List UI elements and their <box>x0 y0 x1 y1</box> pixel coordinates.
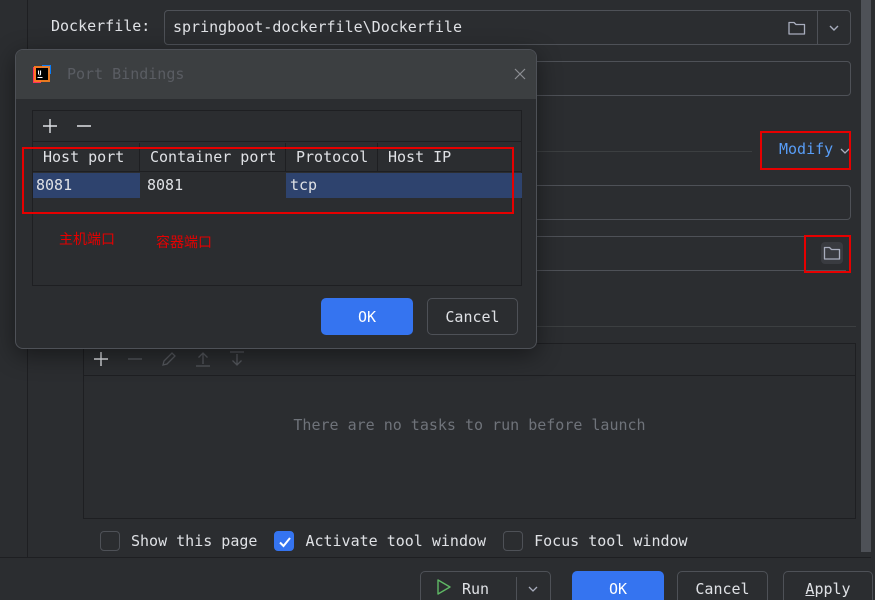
remove-icon[interactable] <box>75 117 93 139</box>
cancel-button[interactable]: Cancel <box>677 571 768 600</box>
dialog-title-bar[interactable]: IJ Port Bindings <box>16 50 536 99</box>
browse-folder-button[interactable] <box>821 242 843 264</box>
dialog-title: Port Bindings <box>67 65 185 83</box>
container-port-cell[interactable]: 8081 <box>143 173 286 198</box>
checkbox-row: Show this page Activate tool window Focu… <box>100 529 705 553</box>
focus-tool-window-checkbox[interactable] <box>503 531 524 551</box>
show-this-page-checkbox[interactable] <box>100 531 120 551</box>
host-port-annotation: 主机端口 <box>59 232 115 248</box>
close-icon[interactable] <box>513 67 527 81</box>
modify-options-link[interactable]: Modify <box>779 140 833 158</box>
vertical-scrollbar[interactable] <box>861 0 871 552</box>
column-header-protocol[interactable]: Protocol <box>286 143 378 172</box>
column-header-host-port[interactable]: Host port <box>33 143 140 172</box>
apply-label: pply <box>814 580 851 598</box>
move-down-icon[interactable] <box>228 350 246 368</box>
remove-icon[interactable] <box>126 350 144 368</box>
section-separator <box>530 151 752 152</box>
chevron-down-icon[interactable] <box>838 144 852 158</box>
activate-tool-window-label[interactable]: Activate tool window <box>305 532 486 550</box>
run-button[interactable]: Run <box>420 571 551 600</box>
table-row[interactable]: 8081 8081 tcp <box>33 173 522 198</box>
run-label: Run <box>462 580 490 598</box>
port-bindings-table: Host port Container port Protocol Host I… <box>32 110 522 286</box>
window-edge <box>871 0 875 600</box>
cancel-label: Cancel <box>695 580 750 598</box>
container-name-field[interactable] <box>500 185 851 220</box>
before-launch-panel: There are no tasks to run before launch <box>83 343 856 519</box>
host-port-cell[interactable]: 8081 <box>33 173 140 198</box>
dockerfile-field[interactable]: springboot-dockerfile\Dockerfile <box>164 10 851 45</box>
table-header: Host port Container port Protocol Host I… <box>33 143 521 172</box>
empty-tasks-message: There are no tasks to run before launch <box>293 416 646 434</box>
ok-button[interactable]: OK <box>572 571 664 600</box>
protocol-cell[interactable]: tcp <box>286 173 522 198</box>
column-header-container-port[interactable]: Container port <box>140 143 286 172</box>
dockerfile-label: Dockerfile: <box>51 17 151 35</box>
port-bindings-dialog: IJ Port Bindings Host port Container por… <box>15 49 537 349</box>
field-border <box>500 236 846 237</box>
chevron-down-icon[interactable] <box>525 581 541 600</box>
move-up-icon[interactable] <box>194 350 212 368</box>
edit-icon[interactable] <box>160 350 178 368</box>
dialog-ok-button[interactable]: OK <box>321 298 413 335</box>
ok-label: OK <box>608 580 628 598</box>
focus-tool-window-label[interactable]: Focus tool window <box>534 532 688 550</box>
footer-divider <box>0 557 875 558</box>
apply-button[interactable]: Apply <box>783 571 873 600</box>
table-toolbar <box>33 111 521 142</box>
section-separator <box>530 326 856 327</box>
column-header-host-ip[interactable]: Host IP <box>378 143 521 172</box>
intellij-logo-icon: IJ <box>32 64 52 84</box>
chevron-down-icon[interactable] <box>825 19 843 37</box>
add-icon[interactable] <box>41 117 59 139</box>
add-icon[interactable] <box>92 350 110 368</box>
apply-mnemonic: A <box>805 580 815 598</box>
svg-text:IJ: IJ <box>38 71 42 77</box>
dialog-cancel-button[interactable]: Cancel <box>427 298 518 335</box>
split-divider <box>516 577 517 600</box>
folder-icon[interactable] <box>787 19 809 37</box>
field-separator <box>817 11 818 44</box>
container-port-annotation: 容器端口 <box>156 235 212 251</box>
run-icon <box>436 578 452 600</box>
show-this-page-label[interactable]: Show this page <box>131 532 257 550</box>
field-border <box>500 270 846 271</box>
dockerfile-value: springboot-dockerfile\Dockerfile <box>173 18 462 36</box>
activate-tool-window-checkbox[interactable] <box>274 531 295 551</box>
